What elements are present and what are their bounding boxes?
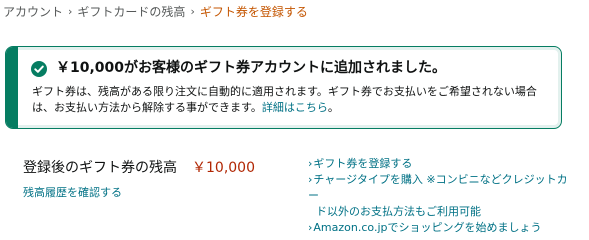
- details-link[interactable]: 詳細はこちら: [262, 101, 328, 114]
- purchase-charge-type-label-2: ド以外のお支払方法もご利用可能: [316, 205, 481, 218]
- balance-amount: ￥10,000: [192, 160, 255, 176]
- purchase-charge-type-label-1: チャージタイプを購入 ※コンビニなどクレジットカー: [308, 173, 568, 202]
- start-shopping-link[interactable]: ›Amazon.co.jpでショッピングを始めましょう: [308, 220, 578, 236]
- breadcrumb: アカウント › ギフトカードの残高 › ギフト券を登録する: [3, 2, 308, 20]
- purchase-charge-type-link[interactable]: ›チャージタイプを購入 ※コンビニなどクレジットカー ド以外のお支払方法もご利用…: [308, 172, 578, 220]
- balance-history-link[interactable]: 残高履歴を確認する: [23, 184, 122, 200]
- gift-card-register-page: アカウント › ギフトカードの残高 › ギフト券を登録する ￥10,000がお客…: [0, 0, 589, 240]
- breadcrumb-item-gift-card-balance[interactable]: ギフトカードの残高: [77, 3, 185, 20]
- alert-body-text-2: は、お支払い方法から解除する事ができます。: [32, 101, 262, 114]
- chevron-right-icon: ›: [308, 221, 313, 234]
- breadcrumb-current-page: ギフト券を登録する: [199, 4, 308, 19]
- chevron-right-icon: ›: [308, 157, 313, 170]
- chevron-right-icon: ›: [308, 173, 313, 186]
- breadcrumb-item-account[interactable]: アカウント: [3, 3, 63, 20]
- alert-accent-bar: [6, 47, 18, 128]
- alert-body: ギフト券は、残高がある限り注文に自動的に適用されます。ギフト券でお支払いをご希望…: [32, 84, 554, 116]
- alert-heading: ￥10,000がお客様のギフト券アカウントに追加されました。: [56, 60, 447, 76]
- check-circle-icon: [31, 61, 47, 77]
- start-shopping-link-label: Amazon.co.jpでショッピングを始めましょう: [313, 221, 542, 234]
- register-gift-card-link[interactable]: ›ギフト券を登録する: [308, 156, 578, 172]
- breadcrumb-separator: ›: [190, 4, 195, 18]
- alert-body-suffix: 。: [327, 101, 339, 114]
- alert-body-text-1: ギフト券は、残高がある限り注文に自動的に適用されます。ギフト券でお支払いをご希望…: [32, 85, 537, 98]
- breadcrumb-separator: ›: [68, 4, 73, 18]
- register-gift-card-link-label: ギフト券を登録する: [313, 157, 413, 170]
- balance-label: 登録後のギフト券の残高: [23, 160, 177, 176]
- success-alert: ￥10,000がお客様のギフト券アカウントに追加されました。 ギフト券は、残高が…: [5, 46, 562, 129]
- side-links: ›ギフト券を登録する ›チャージタイプを購入 ※コンビニなどクレジットカー ド以…: [308, 156, 578, 236]
